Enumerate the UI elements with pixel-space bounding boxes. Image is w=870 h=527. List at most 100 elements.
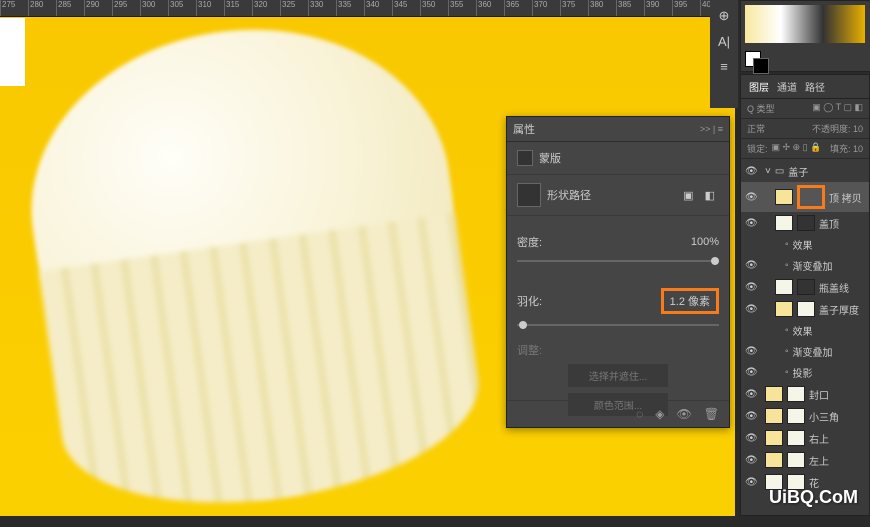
- layer-row[interactable]: 👁 小三角: [741, 405, 869, 427]
- delete-mask-icon[interactable]: 🗑: [704, 407, 719, 421]
- visibility-icon[interactable]: 👁: [745, 346, 757, 357]
- chevron-down-icon[interactable]: ˅: [765, 166, 771, 177]
- density-label: 密度:: [517, 234, 542, 250]
- fx-bullet-icon: ◦: [785, 325, 789, 336]
- layer-list: 👁˅▭盖子👁顶 拷贝👁盖顶◦效果👁◦渐变叠加👁瓶盖线👁盖子厚度◦效果👁◦渐变叠加…: [741, 159, 869, 495]
- visibility-icon[interactable]: 👁: [745, 455, 757, 466]
- layer-row[interactable]: 👁 封口: [741, 383, 869, 405]
- visibility-icon[interactable]: 👁: [745, 282, 757, 293]
- mask-thumb[interactable]: [787, 452, 805, 468]
- layer-row[interactable]: 👁 顶 拷贝: [741, 182, 869, 212]
- layer-thumb: [775, 279, 793, 295]
- layer-name[interactable]: 渐变叠加: [793, 258, 833, 273]
- layer-thumb: [765, 430, 783, 446]
- visibility-icon[interactable]: 👁: [745, 389, 757, 400]
- panel-tabs: 图层 通道 路径: [741, 75, 869, 99]
- layer-row[interactable]: 👁 左上: [741, 449, 869, 471]
- fx-bullet-icon: ◦: [785, 346, 789, 357]
- layer-row[interactable]: 👁 盖子厚度: [741, 298, 869, 320]
- layer-row[interactable]: 👁 盖顶: [741, 212, 869, 234]
- visibility-icon[interactable]: 👁: [745, 433, 757, 444]
- adjust-label: 调整:: [517, 345, 542, 357]
- layer-name[interactable]: 盖子: [788, 164, 808, 179]
- tab-paths[interactable]: 路径: [805, 79, 825, 94]
- white-rect: [0, 18, 25, 86]
- layer-row[interactable]: 👁 ◦ 渐变叠加: [741, 341, 869, 362]
- layer-thumb: [765, 408, 783, 424]
- layer-name[interactable]: 瓶盖线: [819, 280, 849, 295]
- density-slider[interactable]: [517, 260, 719, 262]
- mask-thumb[interactable]: [797, 215, 815, 231]
- layer-name[interactable]: 右上: [809, 431, 829, 446]
- mask-icon: [517, 150, 533, 166]
- mask-mode-icons[interactable]: ▣ ◧: [683, 189, 719, 202]
- layer-name[interactable]: 效果: [793, 323, 813, 338]
- layer-name[interactable]: 效果: [793, 237, 813, 252]
- layers-panel: 图层 通道 路径 Q 类型 ▣ ◯ T ▢ ◧ 正常 不透明度: 10 锁定: …: [740, 74, 870, 516]
- mask-thumb[interactable]: [787, 430, 805, 446]
- character-icon[interactable]: A|: [718, 34, 730, 49]
- feather-value[interactable]: 1.2 像素: [661, 288, 719, 314]
- layer-name[interactable]: 盖顶: [819, 216, 839, 231]
- layer-row[interactable]: 👁 ◦ 渐变叠加: [741, 255, 869, 276]
- layer-thumb: [775, 301, 793, 317]
- visibility-icon[interactable]: 👁: [745, 411, 757, 422]
- mask-thumb[interactable]: [797, 301, 815, 317]
- layer-row[interactable]: 👁 右上: [741, 427, 869, 449]
- tab-layers[interactable]: 图层: [749, 79, 769, 94]
- fill-label[interactable]: 填充: 10: [830, 142, 863, 155]
- layer-name[interactable]: 左上: [809, 453, 829, 468]
- horizontal-ruler[interactable]: 2752802852902953003053103153203253303353…: [0, 0, 735, 17]
- layer-name[interactable]: 渐变叠加: [793, 344, 833, 359]
- visibility-icon[interactable]: 👁: [745, 166, 757, 177]
- layer-row[interactable]: 👁 瓶盖线: [741, 276, 869, 298]
- shape-thumb: [517, 183, 541, 207]
- cap-object[interactable]: [9, 3, 490, 527]
- mask-section-label: 蒙版: [539, 150, 561, 166]
- panel-collapse-icon[interactable]: >> | ≡: [700, 124, 723, 134]
- apply-mask-icon[interactable]: ◈: [655, 407, 664, 421]
- blend-mode-select[interactable]: 正常: [747, 122, 765, 135]
- load-selection-icon[interactable]: ◌: [636, 407, 643, 421]
- mask-thumb[interactable]: [787, 386, 805, 402]
- select-mask-button[interactable]: 选择并遮住...: [568, 364, 668, 387]
- layer-row[interactable]: ◦效果: [741, 234, 869, 255]
- layer-name[interactable]: 盖子厚度: [819, 302, 859, 317]
- layer-name[interactable]: 小三角: [809, 409, 839, 424]
- feather-slider[interactable]: [517, 324, 719, 326]
- disable-mask-icon[interactable]: 👁: [677, 407, 692, 421]
- fx-bullet-icon: ◦: [785, 260, 789, 271]
- right-mini-toolbar: ⊕ A| ≡: [710, 0, 738, 108]
- feather-label: 羽化:: [517, 293, 542, 309]
- layer-row[interactable]: 👁◦投影: [741, 362, 869, 383]
- swatches-icon[interactable]: ⊕: [719, 8, 730, 24]
- visibility-icon[interactable]: 👁: [745, 477, 757, 488]
- paragraph-icon[interactable]: ≡: [720, 59, 728, 74]
- layer-row[interactable]: 👁˅▭盖子: [741, 161, 869, 182]
- visibility-icon[interactable]: 👁: [745, 304, 757, 315]
- layer-name[interactable]: 封口: [809, 387, 829, 402]
- layer-thumb: [765, 386, 783, 402]
- density-value[interactable]: 100%: [691, 236, 719, 248]
- background-color[interactable]: [753, 58, 769, 74]
- layer-thumb: [765, 452, 783, 468]
- gradient-preview[interactable]: [745, 5, 865, 43]
- layer-filter-type[interactable]: Q 类型: [747, 102, 775, 115]
- lock-icons[interactable]: ▣ ✢ ⊕ ▯ 🔒: [772, 142, 822, 155]
- visibility-icon[interactable]: 👁: [745, 260, 757, 271]
- layer-name[interactable]: 顶 拷贝: [829, 190, 862, 205]
- watermark: UiBQ.CoM: [769, 487, 858, 508]
- visibility-icon[interactable]: 👁: [745, 218, 757, 229]
- mask-thumb[interactable]: [797, 279, 815, 295]
- opacity-label[interactable]: 不透明度: 10: [812, 122, 863, 135]
- color-swatch-panel: [740, 0, 870, 72]
- filter-icons[interactable]: ▣ ◯ T ▢ ◧: [812, 102, 863, 115]
- mask-thumb[interactable]: [787, 408, 805, 424]
- layer-row[interactable]: ◦ 效果: [741, 320, 869, 341]
- layer-thumb: [775, 215, 793, 231]
- mask-thumb[interactable]: [797, 185, 825, 209]
- layer-name[interactable]: 投影: [793, 365, 813, 380]
- tab-channels[interactable]: 通道: [777, 79, 797, 94]
- visibility-icon[interactable]: 👁: [745, 192, 757, 203]
- visibility-icon[interactable]: 👁: [745, 367, 757, 378]
